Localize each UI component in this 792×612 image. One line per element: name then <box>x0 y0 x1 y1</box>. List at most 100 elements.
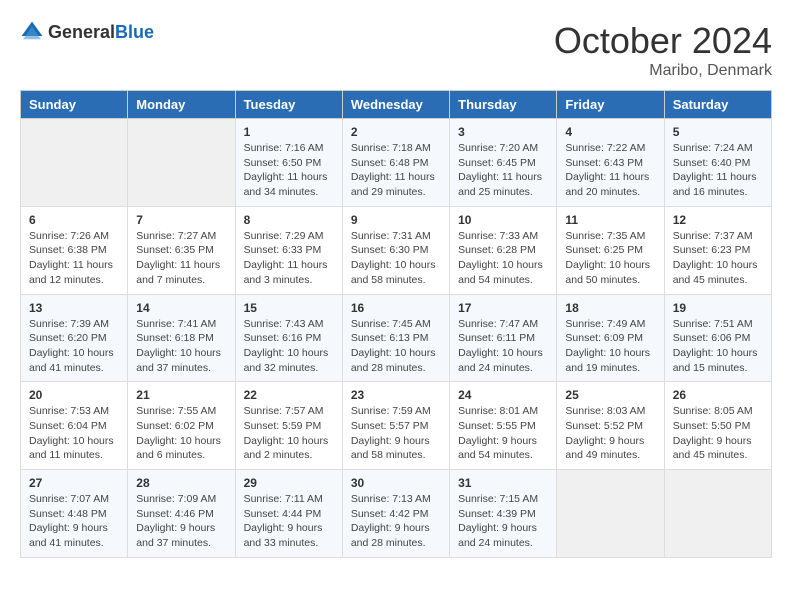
calendar-header-row: SundayMondayTuesdayWednesdayThursdayFrid… <box>21 91 772 119</box>
calendar-cell: 15Sunrise: 7:43 AM Sunset: 6:16 PM Dayli… <box>235 294 342 382</box>
logo-general: General <box>48 22 115 42</box>
day-info: Sunrise: 8:01 AM Sunset: 5:55 PM Dayligh… <box>458 404 548 463</box>
calendar-cell: 13 Sunrise: 7:39 AM Sunset: 6:20 PM Dayli… <box>21 294 128 382</box>
day-info: Sunrise: 7:13 AM Sunset: 4:42 PM Dayligh… <box>351 492 441 551</box>
calendar-cell: 23 Sunrise: 7:59 AM Sunset: 5:57 PM Dayli… <box>342 382 449 470</box>
day-number: 24 <box>458 388 548 402</box>
calendar-cell: 12 Sunrise: 7:37 AM Sunset: 6:23 PM Dayli… <box>664 206 771 294</box>
day-number: 2 <box>351 125 441 139</box>
calendar-cell: 9 Sunrise: 7:31 AM Sunset: 6:30 PM Daylig… <box>342 206 449 294</box>
day-info: Sunrise: 7:27 AM Sunset: 6:35 PM Dayligh… <box>136 229 226 288</box>
day-info: Sunrise: 7:16 AM Sunset: 6:50 PM Dayligh… <box>244 141 334 200</box>
calendar-cell <box>557 470 664 558</box>
calendar-cell: 16Sunrise: 7:45 AM Sunset: 6:13 PM Dayli… <box>342 294 449 382</box>
day-number: 14 <box>136 301 226 315</box>
calendar-cell: 4 Sunrise: 7:22 AM Sunset: 6:43 PM Daylig… <box>557 119 664 207</box>
calendar-cell: 3Sunrise: 7:20 AM Sunset: 6:45 PM Daylig… <box>450 119 557 207</box>
day-number: 28 <box>136 476 226 490</box>
day-of-week-header: Thursday <box>450 91 557 119</box>
calendar-body: 1 Sunrise: 7:16 AM Sunset: 6:50 PM Daylig… <box>21 119 772 558</box>
day-info: Sunrise: 7:09 AM Sunset: 4:46 PM Dayligh… <box>136 492 226 551</box>
day-of-week-header: Saturday <box>664 91 771 119</box>
calendar-cell: 24 Sunrise: 8:01 AM Sunset: 5:55 PM Dayli… <box>450 382 557 470</box>
day-number: 4 <box>565 125 655 139</box>
day-info: Sunrise: 7:33 AM Sunset: 6:28 PM Dayligh… <box>458 229 548 288</box>
calendar-cell <box>21 119 128 207</box>
day-number: 30 <box>351 476 441 490</box>
calendar-cell: 25Sunrise: 8:03 AM Sunset: 5:52 PM Dayli… <box>557 382 664 470</box>
day-of-week-header: Sunday <box>21 91 128 119</box>
day-number: 1 <box>244 125 334 139</box>
day-info: Sunrise: 7:35 AM Sunset: 6:25 PM Dayligh… <box>565 229 655 288</box>
day-number: 12 <box>673 213 763 227</box>
day-number: 10 <box>458 213 548 227</box>
day-number: 11 <box>565 213 655 227</box>
day-number: 9 <box>351 213 441 227</box>
day-number: 8 <box>244 213 334 227</box>
calendar-cell: 5Sunrise: 7:24 AM Sunset: 6:40 PM Daylig… <box>664 119 771 207</box>
day-info: Sunrise: 7:11 AM Sunset: 4:44 PM Dayligh… <box>244 492 334 551</box>
calendar-cell <box>664 470 771 558</box>
day-of-week-header: Monday <box>128 91 235 119</box>
day-info: Sunrise: 7:20 AM Sunset: 6:45 PM Dayligh… <box>458 141 548 200</box>
calendar-week-row: 13 Sunrise: 7:39 AM Sunset: 6:20 PM Dayli… <box>21 294 772 382</box>
day-info: Sunrise: 7:18 AM Sunset: 6:48 PM Dayligh… <box>351 141 441 200</box>
day-info: Sunrise: 7:59 AM Sunset: 5:57 PM Dayligh… <box>351 404 441 463</box>
calendar-cell: 11 Sunrise: 7:35 AM Sunset: 6:25 PM Dayli… <box>557 206 664 294</box>
day-number: 19 <box>673 301 763 315</box>
day-info: Sunrise: 7:07 AM Sunset: 4:48 PM Dayligh… <box>29 492 119 551</box>
day-number: 26 <box>673 388 763 402</box>
day-info: Sunrise: 7:41 AM Sunset: 6:18 PM Dayligh… <box>136 317 226 376</box>
day-info: Sunrise: 7:37 AM Sunset: 6:23 PM Dayligh… <box>673 229 763 288</box>
calendar-week-row: 27 Sunrise: 7:07 AM Sunset: 4:48 PM Dayli… <box>21 470 772 558</box>
logo-icon <box>20 20 44 44</box>
calendar-week-row: 1 Sunrise: 7:16 AM Sunset: 6:50 PM Daylig… <box>21 119 772 207</box>
calendar-cell: 8 Sunrise: 7:29 AM Sunset: 6:33 PM Daylig… <box>235 206 342 294</box>
day-number: 13 <box>29 301 119 315</box>
day-number: 15 <box>244 301 334 315</box>
month-title: October 2024 <box>554 20 772 62</box>
calendar-cell: 30 Sunrise: 7:13 AM Sunset: 4:42 PM Dayli… <box>342 470 449 558</box>
calendar-cell: 21 Sunrise: 7:55 AM Sunset: 6:02 PM Dayli… <box>128 382 235 470</box>
day-info: Sunrise: 7:57 AM Sunset: 5:59 PM Dayligh… <box>244 404 334 463</box>
calendar-cell: 19 Sunrise: 7:51 AM Sunset: 6:06 PM Dayli… <box>664 294 771 382</box>
day-number: 31 <box>458 476 548 490</box>
day-number: 23 <box>351 388 441 402</box>
day-info: Sunrise: 7:53 AM Sunset: 6:04 PM Dayligh… <box>29 404 119 463</box>
day-number: 7 <box>136 213 226 227</box>
day-info: Sunrise: 7:51 AM Sunset: 6:06 PM Dayligh… <box>673 317 763 376</box>
calendar-cell: 28 Sunrise: 7:09 AM Sunset: 4:46 PM Dayli… <box>128 470 235 558</box>
day-info: Sunrise: 7:39 AM Sunset: 6:20 PM Dayligh… <box>29 317 119 376</box>
calendar-cell <box>128 119 235 207</box>
day-info: Sunrise: 8:03 AM Sunset: 5:52 PM Dayligh… <box>565 404 655 463</box>
calendar-table: SundayMondayTuesdayWednesdayThursdayFrid… <box>20 90 772 558</box>
calendar-cell: 20Sunrise: 7:53 AM Sunset: 6:04 PM Dayli… <box>21 382 128 470</box>
calendar-cell: 22Sunrise: 7:57 AM Sunset: 5:59 PM Dayli… <box>235 382 342 470</box>
day-number: 5 <box>673 125 763 139</box>
day-of-week-header: Wednesday <box>342 91 449 119</box>
day-info: Sunrise: 7:47 AM Sunset: 6:11 PM Dayligh… <box>458 317 548 376</box>
calendar-cell: 31 Sunrise: 7:15 AM Sunset: 4:39 PM Dayli… <box>450 470 557 558</box>
calendar-week-row: 20Sunrise: 7:53 AM Sunset: 6:04 PM Dayli… <box>21 382 772 470</box>
day-of-week-header: Friday <box>557 91 664 119</box>
day-info: Sunrise: 7:26 AM Sunset: 6:38 PM Dayligh… <box>29 229 119 288</box>
calendar-cell: 2 Sunrise: 7:18 AM Sunset: 6:48 PM Daylig… <box>342 119 449 207</box>
day-info: Sunrise: 7:31 AM Sunset: 6:30 PM Dayligh… <box>351 229 441 288</box>
calendar-cell: 1 Sunrise: 7:16 AM Sunset: 6:50 PM Daylig… <box>235 119 342 207</box>
calendar-cell: 27 Sunrise: 7:07 AM Sunset: 4:48 PM Dayli… <box>21 470 128 558</box>
calendar-cell: 17Sunrise: 7:47 AM Sunset: 6:11 PM Dayli… <box>450 294 557 382</box>
day-info: Sunrise: 7:22 AM Sunset: 6:43 PM Dayligh… <box>565 141 655 200</box>
day-info: Sunrise: 7:55 AM Sunset: 6:02 PM Dayligh… <box>136 404 226 463</box>
day-number: 21 <box>136 388 226 402</box>
logo-text: GeneralBlue <box>48 22 154 43</box>
calendar-cell: 14 Sunrise: 7:41 AM Sunset: 6:18 PM Dayli… <box>128 294 235 382</box>
day-of-week-header: Tuesday <box>235 91 342 119</box>
day-info: Sunrise: 7:29 AM Sunset: 6:33 PM Dayligh… <box>244 229 334 288</box>
day-number: 18 <box>565 301 655 315</box>
calendar-cell: 7 Sunrise: 7:27 AM Sunset: 6:35 PM Daylig… <box>128 206 235 294</box>
day-number: 29 <box>244 476 334 490</box>
day-info: Sunrise: 7:15 AM Sunset: 4:39 PM Dayligh… <box>458 492 548 551</box>
title-block: October 2024 Maribo, Denmark <box>554 20 772 80</box>
day-number: 27 <box>29 476 119 490</box>
calendar-cell: 10 Sunrise: 7:33 AM Sunset: 6:28 PM Dayli… <box>450 206 557 294</box>
